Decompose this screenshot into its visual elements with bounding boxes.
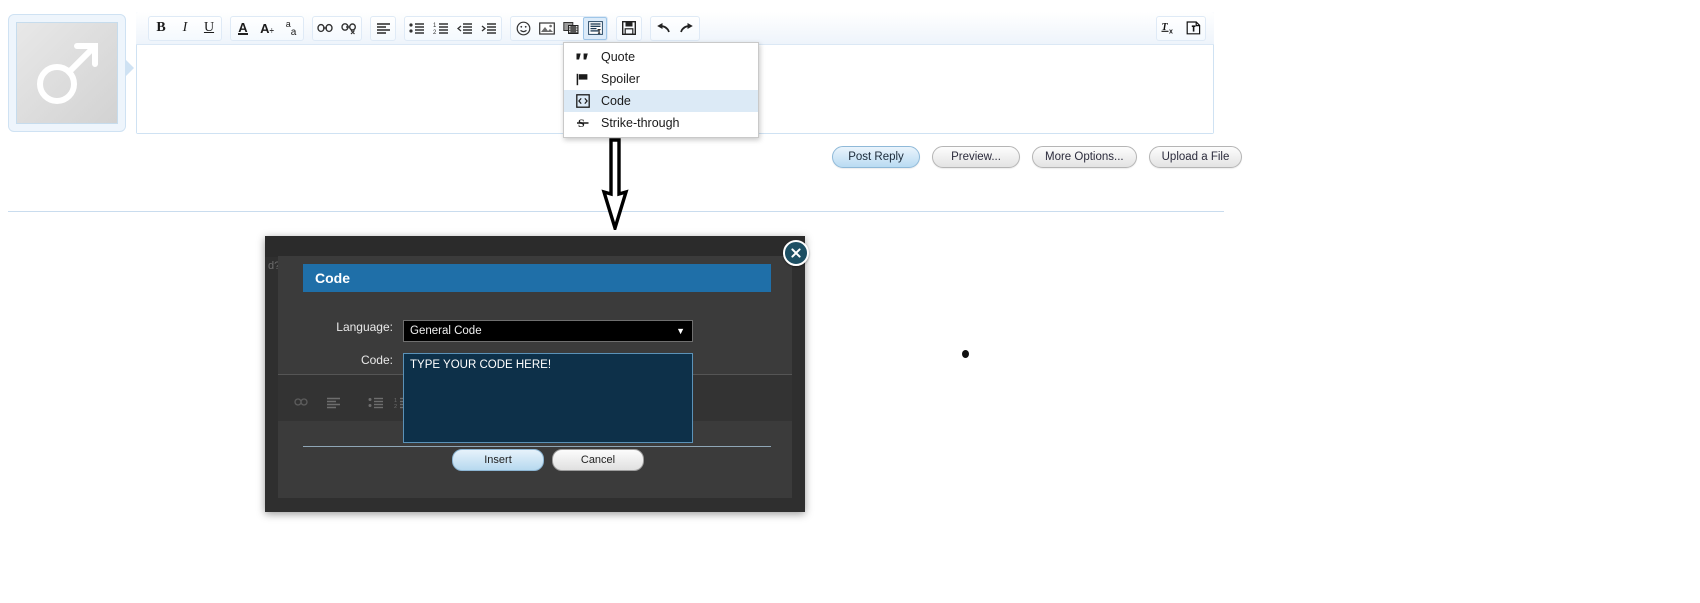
menu-item-code[interactable]: Code bbox=[564, 90, 758, 112]
avatar bbox=[8, 14, 134, 132]
source-mode-button[interactable] bbox=[1181, 17, 1205, 40]
underline-button[interactable]: U bbox=[197, 17, 221, 40]
remove-link-button[interactable] bbox=[337, 17, 361, 40]
language-label: Language: bbox=[336, 320, 393, 334]
cancel-button[interactable]: Cancel bbox=[552, 449, 644, 471]
editor-toolbar: B I U A A÷ aa 1 2 T x bbox=[136, 12, 1214, 45]
font-color-button[interactable]: A bbox=[231, 17, 255, 40]
undo-button[interactable] bbox=[651, 17, 675, 40]
outdent-button[interactable] bbox=[453, 17, 477, 40]
bbcode-button[interactable] bbox=[583, 16, 607, 40]
toolbar-group-history bbox=[650, 15, 700, 41]
menu-item-label: Strike-through bbox=[601, 116, 680, 130]
dialog-separator bbox=[303, 446, 771, 447]
menu-item-label: Code bbox=[601, 94, 631, 108]
dialog-title: Code bbox=[303, 264, 771, 292]
toolbar-group-link bbox=[312, 15, 362, 41]
language-field-row: Language: General Code ▼ bbox=[278, 320, 693, 342]
image-icon bbox=[539, 21, 555, 35]
more-options-button[interactable]: More Options... bbox=[1032, 146, 1137, 168]
toolbar-group-align bbox=[370, 15, 396, 41]
dialog-top-bar bbox=[265, 236, 805, 257]
bbcode-dropdown-menu: Quote Spoiler Code S Strike-through bbox=[563, 42, 759, 138]
emoji-button[interactable] bbox=[511, 17, 535, 40]
toolbar-group-font: A A÷ aa bbox=[230, 15, 304, 41]
flag-icon bbox=[574, 73, 591, 86]
numbered-list-icon: 1 2 bbox=[433, 23, 448, 35]
tx-remove-format-icon: T x bbox=[1161, 22, 1173, 36]
code-textarea[interactable] bbox=[403, 353, 693, 443]
toolbar-group-right: T x bbox=[1156, 15, 1206, 41]
mars-symbol-icon bbox=[37, 43, 98, 104]
code-label: Code: bbox=[360, 353, 393, 367]
close-x-icon bbox=[791, 248, 801, 258]
toolbar-group-lists: 1 2 bbox=[404, 15, 502, 41]
toolbar-group-save bbox=[616, 15, 642, 41]
outdent-icon bbox=[457, 22, 472, 34]
post-reply-button[interactable]: Post Reply bbox=[832, 146, 920, 168]
film-icon bbox=[563, 22, 579, 34]
upload-file-button[interactable]: Upload a File bbox=[1148, 146, 1243, 168]
menu-item-strike-through[interactable]: S Strike-through bbox=[564, 112, 758, 134]
menu-item-spoiler[interactable]: Spoiler bbox=[564, 68, 758, 90]
bullet-list-button[interactable] bbox=[405, 17, 429, 40]
code-dialog-window: d? 12 Language: General Code ▼ Code: TYP… bbox=[265, 236, 805, 512]
toolbar-group-insert bbox=[510, 15, 608, 41]
smiley-icon bbox=[516, 21, 530, 35]
down-arrow-annotation bbox=[597, 138, 633, 235]
bold-button[interactable]: B bbox=[149, 17, 173, 40]
numbered-list-button[interactable]: 1 2 bbox=[429, 17, 453, 40]
undo-arrow-icon bbox=[657, 22, 670, 32]
redo-arrow-icon bbox=[680, 22, 693, 32]
bbcode-paragraph-icon bbox=[587, 21, 603, 35]
italic-button[interactable]: I bbox=[173, 17, 197, 40]
svg-text:1: 1 bbox=[433, 23, 437, 29]
svg-text:x: x bbox=[1169, 29, 1173, 36]
redo-button[interactable] bbox=[675, 17, 699, 40]
cursor-dot-annotation bbox=[962, 350, 969, 358]
language-select[interactable]: General Code ▼ bbox=[403, 320, 693, 342]
media-button[interactable] bbox=[559, 17, 583, 40]
unlink-icon bbox=[341, 23, 356, 35]
code-field-row: Code: bbox=[278, 353, 693, 443]
align-button[interactable] bbox=[371, 17, 395, 40]
svg-text:2: 2 bbox=[433, 30, 437, 35]
floppy-disk-icon bbox=[622, 21, 636, 35]
strikethrough-s-icon: S bbox=[574, 116, 591, 130]
page-source-icon bbox=[1186, 21, 1200, 35]
avatar-image bbox=[16, 22, 118, 124]
indent-icon bbox=[481, 22, 496, 34]
align-left-icon bbox=[376, 22, 390, 34]
save-draft-button[interactable] bbox=[617, 17, 641, 40]
font-face-button[interactable]: aa bbox=[279, 17, 303, 40]
dialog-buttons: Insert Cancel bbox=[452, 449, 644, 471]
indent-button[interactable] bbox=[477, 17, 501, 40]
insert-link-button[interactable] bbox=[313, 17, 337, 40]
insert-button[interactable]: Insert bbox=[452, 449, 544, 471]
chevron-down-icon: ▼ bbox=[676, 326, 685, 336]
font-size-button[interactable]: A÷ bbox=[255, 17, 279, 40]
quote-marks-icon bbox=[574, 52, 591, 63]
code-brackets-icon bbox=[574, 94, 591, 108]
editor-action-buttons: Post Reply Preview... More Options... Up… bbox=[832, 146, 1243, 168]
menu-item-quote[interactable]: Quote bbox=[564, 46, 758, 68]
preview-button[interactable]: Preview... bbox=[932, 146, 1020, 168]
image-button[interactable] bbox=[535, 17, 559, 40]
menu-item-label: Spoiler bbox=[601, 72, 640, 86]
toolbar-group-text-style: B I U bbox=[148, 15, 222, 41]
dialog-close-button[interactable] bbox=[783, 240, 809, 266]
bullet-list-icon bbox=[409, 22, 424, 34]
link-icon bbox=[317, 23, 333, 33]
menu-item-label: Quote bbox=[601, 50, 636, 64]
remove-formatting-button[interactable]: T x bbox=[1157, 17, 1181, 40]
language-select-value: General Code bbox=[410, 325, 482, 337]
